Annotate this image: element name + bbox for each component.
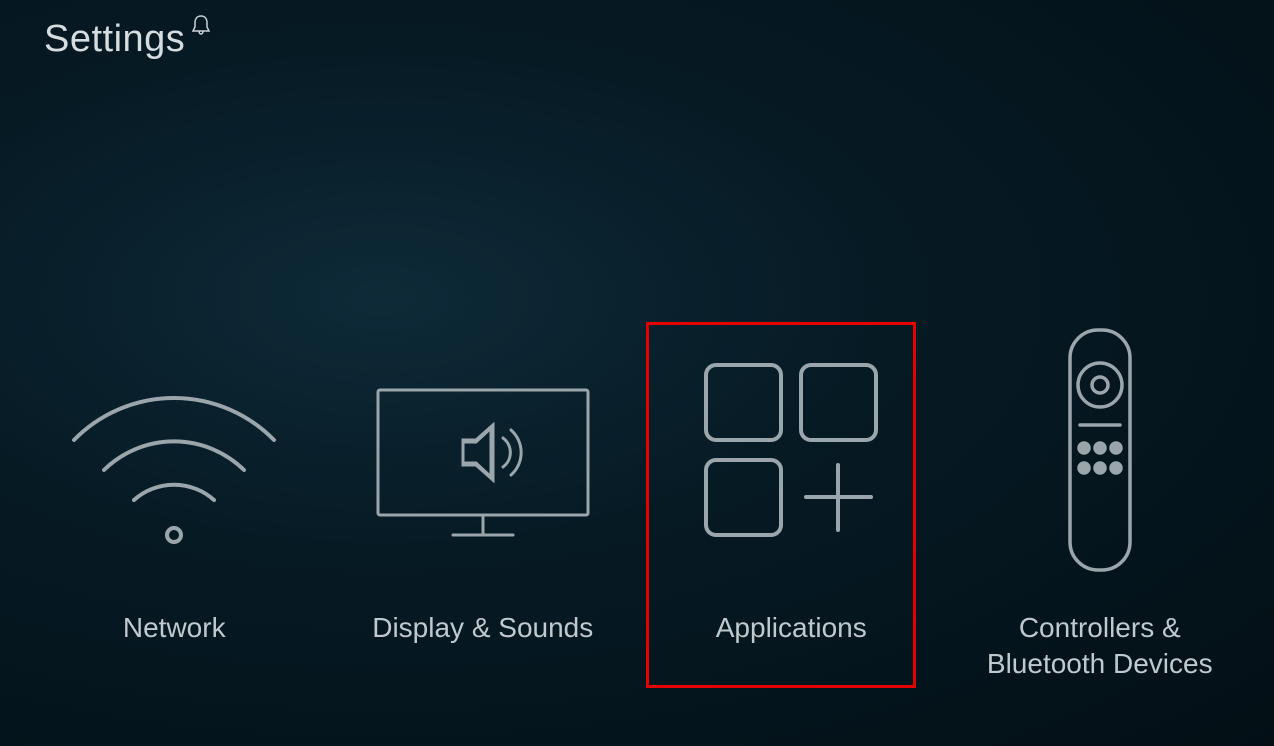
wifi-icon (59, 320, 289, 580)
tile-applications-label: Applications (716, 610, 867, 646)
display-sound-icon (358, 320, 608, 580)
settings-header: Settings (44, 18, 211, 61)
remote-icon (1040, 320, 1160, 580)
tile-display-sounds[interactable]: Display & Sounds (333, 320, 633, 646)
tile-network-label: Network (123, 610, 226, 646)
notification-bell-icon[interactable] (191, 14, 211, 41)
tile-applications[interactable]: Applications (641, 320, 941, 646)
tile-controllers-bluetooth-label: Controllers & Bluetooth Devices (987, 610, 1213, 683)
apps-icon (686, 320, 896, 580)
page-title: Settings (44, 18, 185, 61)
tile-display-sounds-label: Display & Sounds (372, 610, 593, 646)
settings-tiles-row: Network Display & Sounds (0, 320, 1274, 683)
tile-network[interactable]: Network (24, 320, 324, 646)
tile-controllers-bluetooth[interactable]: Controllers & Bluetooth Devices (950, 320, 1250, 683)
